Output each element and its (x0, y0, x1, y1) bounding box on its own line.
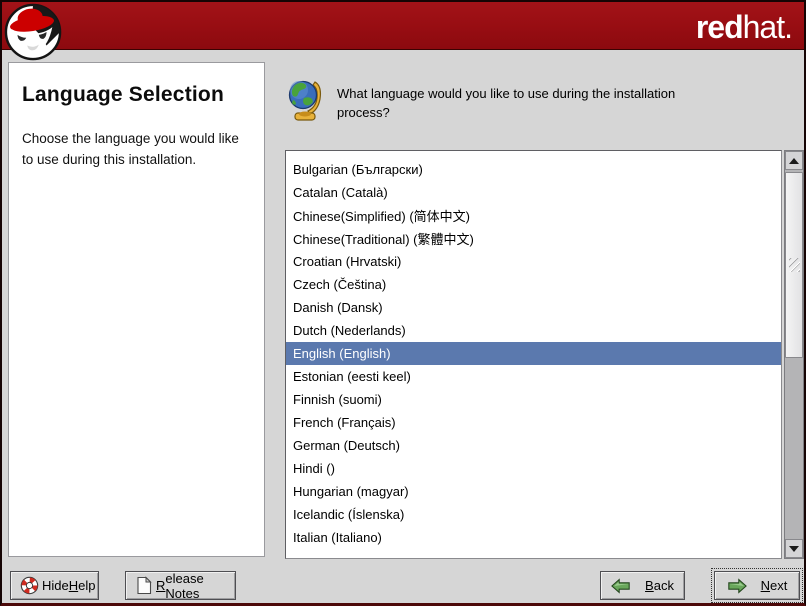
list-item-italian[interactable]: Italian (Italiano) (286, 526, 781, 549)
list-item-dutch[interactable]: Dutch (Nederlands) (286, 319, 781, 342)
release-notes-button[interactable]: Release Notes (125, 571, 236, 600)
triangle-down-icon (789, 546, 799, 552)
hide-help-accel: H (69, 578, 78, 593)
scrollbar-thumb[interactable] (785, 172, 803, 358)
language-listbox[interactable]: Bulgarian (Български) Catalan (Català) C… (285, 150, 782, 559)
arrow-right-icon (727, 578, 747, 594)
next-accel: N (761, 578, 770, 593)
list-item-english-selected[interactable]: English (English) (286, 342, 781, 365)
list-item-bulgarian[interactable]: Bulgarian (Български) (286, 158, 781, 181)
question-text: What language would you like to use duri… (337, 85, 715, 123)
list-item-croatian[interactable]: Croatian (Hrvatski) (286, 250, 781, 273)
arrow-left-icon (611, 578, 631, 594)
header-bar: redhat. (2, 2, 804, 50)
next-button[interactable]: Next (714, 571, 800, 600)
lifebuoy-icon (20, 576, 39, 595)
scroll-down-button[interactable] (785, 539, 803, 558)
back-accel: B (645, 578, 654, 593)
triangle-up-icon (789, 158, 799, 164)
list-item-danish[interactable]: Danish (Dansk) (286, 296, 781, 319)
list-item-chinese-traditional[interactable]: Chinese(Traditional) (繁體中文) (286, 227, 781, 250)
list-item-hungarian[interactable]: Hungarian (magyar) (286, 480, 781, 503)
list-item-hindi[interactable]: Hindi () (286, 457, 781, 480)
redhat-wordmark: redhat. (696, 8, 792, 46)
document-icon (135, 576, 153, 595)
release-notes-label-post: elease Notes (165, 571, 226, 601)
list-item-icelandic[interactable]: Icelandic (Íslenska) (286, 503, 781, 526)
vertical-scrollbar[interactable] (784, 150, 804, 559)
hide-help-label-post: elp (78, 578, 95, 593)
wordmark-hat: hat. (743, 9, 792, 45)
globe-icon (287, 76, 322, 121)
redhat-shadowman-logo-icon (4, 3, 62, 61)
release-notes-accel: R (156, 578, 165, 593)
help-description: Choose the language you would like to us… (22, 129, 251, 171)
back-label-post: ack (654, 578, 674, 593)
list-item-catalan[interactable]: Catalan (Català) (286, 181, 781, 204)
list-item-german[interactable]: German (Deutsch) (286, 434, 781, 457)
scroll-up-button[interactable] (785, 151, 803, 170)
question-row: What language would you like to use duri… (287, 76, 787, 123)
language-list-container: Bulgarian (Български) Catalan (Català) C… (285, 150, 804, 559)
list-item-french[interactable]: French (Français) (286, 411, 781, 434)
next-label-post: ext (770, 578, 787, 593)
list-item-estonian[interactable]: Estonian (eesti keel) (286, 365, 781, 388)
list-item-chinese-simplified[interactable]: Chinese(Simplified) (简体中文) (286, 204, 781, 227)
hide-help-button[interactable]: Hide Help (10, 571, 99, 600)
installer-window: redhat. Language Selection Choose the la… (0, 0, 806, 606)
wordmark-red: red (696, 9, 743, 45)
help-panel: Language Selection Choose the language y… (8, 62, 265, 557)
list-item-czech[interactable]: Czech (Čeština) (286, 273, 781, 296)
page-title: Language Selection (22, 83, 251, 107)
hide-help-label-pre: Hide (42, 578, 69, 593)
back-button[interactable]: Back (600, 571, 685, 600)
list-item-finnish[interactable]: Finnish (suomi) (286, 388, 781, 411)
